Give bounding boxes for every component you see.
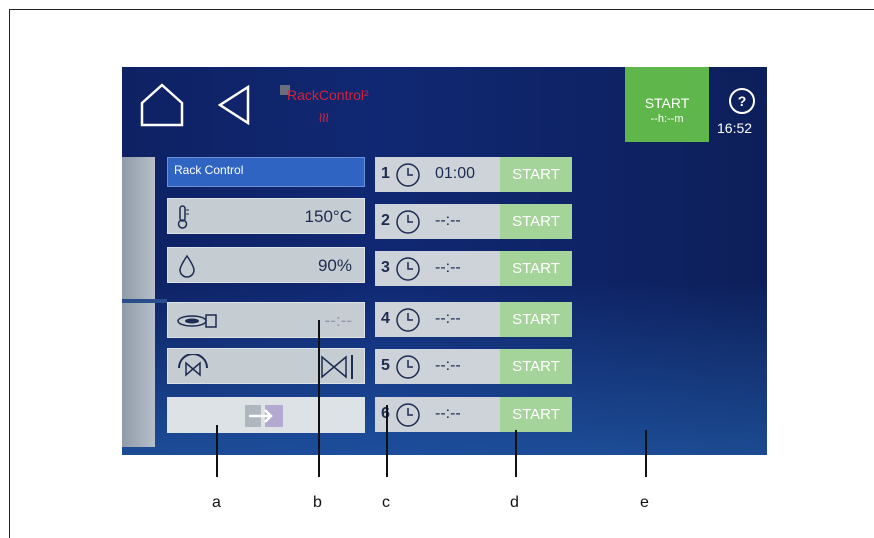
droplet-icon	[179, 254, 195, 278]
timer-number: 2	[381, 212, 390, 229]
timer-row-6[interactable]: 6 --:-- START	[375, 397, 572, 432]
timer-start-button[interactable]: START	[500, 397, 572, 432]
rack-control-title: Rack Control	[167, 157, 365, 187]
callout-label-a: a	[212, 494, 221, 511]
timer-row-3[interactable]: 3 --:-- START	[375, 251, 572, 286]
frame-left-line	[9, 9, 10, 538]
start-all-button[interactable]: START --h:--m	[625, 67, 709, 142]
fan-icon	[321, 355, 353, 379]
start-all-time: --h:--m	[650, 113, 684, 125]
rack-time-value: --:--	[324, 311, 352, 330]
timer-row-2[interactable]: 2 --:-- START	[375, 204, 572, 239]
timer-time: --:--	[435, 405, 461, 422]
back-icon[interactable]	[216, 85, 252, 125]
clock-icon	[396, 257, 420, 281]
timer-start-button[interactable]: START	[500, 251, 572, 286]
timer-start-button[interactable]: START	[500, 302, 572, 337]
clock-icon	[396, 163, 420, 187]
timer-start-button[interactable]: START	[500, 349, 572, 384]
timer-row-5[interactable]: 5 --:-- START	[375, 349, 572, 384]
timer-time: 01:00	[435, 165, 476, 182]
timer-time: --:--	[435, 310, 461, 327]
callout-line-c	[386, 405, 388, 477]
clock-icon	[396, 403, 420, 427]
humidity-value: 90%	[317, 256, 352, 275]
callout-line-e	[645, 430, 647, 477]
timer-start-button[interactable]: START	[500, 157, 572, 192]
clock-icon	[396, 308, 420, 332]
exit-arrow-icon	[245, 405, 283, 427]
rackcontrol-logo: RackControl² ≀≀≀	[280, 83, 390, 135]
humidity-setting[interactable]: 90%	[167, 247, 365, 283]
callout-label-c: c	[382, 494, 390, 511]
callout-label-d: d	[510, 494, 519, 511]
temperature-setting[interactable]: 150°C	[167, 198, 365, 234]
clock-icon	[396, 355, 420, 379]
callout-label-b: b	[313, 494, 322, 511]
exit-rack-button[interactable]	[167, 397, 365, 433]
heat-waves-icon: ≀≀≀	[318, 109, 330, 125]
callout-line-d	[515, 430, 517, 477]
timer-row-1[interactable]: 1 01:00 START	[375, 157, 572, 192]
fan-speed-icon	[178, 354, 208, 377]
frame-top-line	[9, 9, 874, 10]
callout-line-a	[216, 425, 218, 477]
clock-icon	[396, 210, 420, 234]
rack-time-setting[interactable]: --:--	[167, 302, 365, 338]
timer-time: --:--	[435, 212, 461, 229]
timer-number: 4	[381, 310, 390, 327]
timer-number: 3	[381, 259, 390, 276]
rack-tray-icon	[177, 314, 217, 328]
logo-text: RackControl²	[287, 87, 369, 103]
temperature-value: 150°C	[304, 207, 352, 226]
oven-screen: RackControl² ≀≀≀ START --h:--m ? 16:52 R…	[122, 67, 767, 455]
fan-setting[interactable]	[167, 348, 365, 384]
strip-divider	[122, 299, 167, 303]
home-icon[interactable]	[138, 81, 186, 129]
callout-line-b	[318, 320, 320, 477]
start-all-label: START	[644, 95, 690, 111]
callout-label-e: e	[640, 494, 649, 511]
timer-time: --:--	[435, 357, 461, 374]
thermometer-icon	[177, 205, 189, 229]
clock-time: 16:52	[717, 120, 753, 136]
timer-number: 1	[381, 165, 390, 182]
timer-row-4[interactable]: 4 --:-- START	[375, 302, 572, 337]
timer-start-button[interactable]: START	[500, 204, 572, 239]
help-icon[interactable]: ?	[729, 88, 755, 114]
timer-number: 5	[381, 357, 390, 374]
timer-time: --:--	[435, 259, 461, 276]
